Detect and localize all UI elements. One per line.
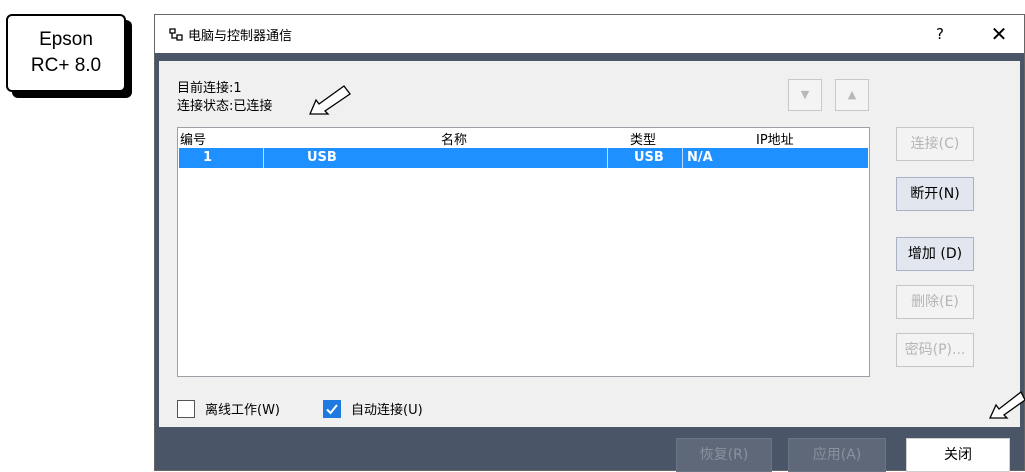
product-name: Epson [39, 29, 93, 50]
dialog-content: 目前连接:1 连接状态:已连接 ▼ ▲ 编号 名称 类型 IP地址 1 USB … [159, 61, 1020, 427]
auto-connect-label: 自动连接(U) [351, 403, 423, 418]
password-button[interactable]: 密码(P)... [896, 333, 974, 367]
title-bar: 电脑与控制器通信 ? ✕ [155, 15, 1024, 53]
move-down-button[interactable]: ▼ [788, 79, 822, 111]
connection-state-label: 连接状态:已连接 [177, 99, 273, 114]
pc-controller-communication-dialog: 电脑与控制器通信 ? ✕ 目前连接:1 连接状态:已连接 ▼ ▲ 编号 名称 类… [154, 14, 1025, 471]
disconnect-button[interactable]: 断开(N) [896, 177, 974, 211]
column-divider [263, 148, 264, 168]
close-button[interactable]: 关闭 [906, 438, 1010, 472]
delete-button[interactable]: 删除(E) [896, 285, 974, 319]
connection-icon [169, 28, 183, 41]
cell-type: USB [634, 150, 664, 165]
pointer-arrow-icon [309, 85, 351, 115]
offline-work-label: 离线工作(W) [205, 403, 280, 418]
header-name[interactable]: 名称 [441, 129, 467, 148]
restore-button[interactable]: 恢复(R) [676, 438, 772, 472]
auto-connect-option[interactable]: 自动连接(U) [323, 399, 423, 418]
current-connection-label: 目前连接:1 [177, 81, 242, 96]
apply-button[interactable]: 应用(A) [788, 438, 886, 472]
move-up-button[interactable]: ▲ [835, 79, 869, 111]
header-number[interactable]: 编号 [180, 129, 206, 148]
auto-connect-checkbox[interactable] [323, 399, 341, 418]
product-label: Epson RC+ 8.0 [6, 14, 126, 92]
offline-work-option[interactable]: 离线工作(W) [177, 399, 280, 418]
connection-table: 编号 名称 类型 IP地址 1 USB USB N/A [177, 127, 870, 377]
header-type[interactable]: 类型 [630, 129, 656, 148]
table-row[interactable]: 1 USB USB N/A [179, 148, 868, 168]
table-header: 编号 名称 类型 IP地址 [178, 128, 869, 148]
offline-work-checkbox[interactable] [177, 399, 195, 418]
add-button[interactable]: 增加 (D) [896, 237, 974, 271]
dialog-title: 电脑与控制器通信 [188, 29, 293, 44]
connect-button[interactable]: 连接(C) [896, 127, 974, 161]
checkmark-icon [326, 403, 338, 414]
close-window-button[interactable]: ✕ [986, 21, 1012, 47]
column-divider [682, 148, 683, 168]
pointer-arrow-icon [988, 391, 1025, 419]
cell-ip: N/A [687, 150, 713, 165]
product-version: RC+ 8.0 [30, 55, 102, 76]
cell-number: 1 [203, 150, 213, 165]
cell-name: USB [307, 150, 337, 165]
header-ip[interactable]: IP地址 [756, 129, 794, 148]
column-divider [607, 148, 608, 168]
help-button[interactable]: ? [927, 21, 953, 47]
